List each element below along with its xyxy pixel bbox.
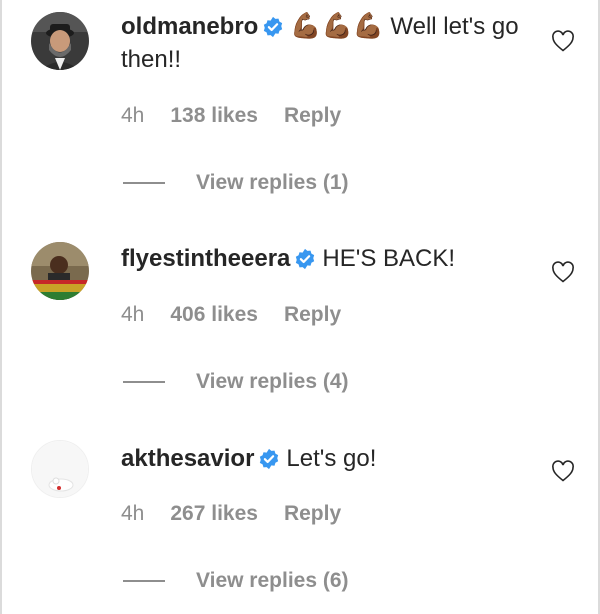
replies-divider [123,182,165,185]
view-replies-button[interactable]: View replies (4) [123,370,349,394]
comment-meta: 4h 267 likes Reply [121,502,341,526]
comment-meta: 4h 406 likes Reply [121,303,341,327]
heart-outline-icon[interactable] [551,261,575,283]
view-replies-button[interactable]: View replies (6) [123,569,349,593]
like-count-button[interactable]: 138 likes [170,104,258,128]
view-replies-label: View replies (4) [196,370,349,393]
verified-badge-icon [264,16,283,38]
reply-button[interactable]: Reply [284,303,341,327]
comment-time: 4h [121,104,145,127]
reply-button[interactable]: Reply [284,502,341,526]
comment-body: Let's go! [286,445,377,472]
comment-text: flyestintheeera HE'S BACK! [121,242,536,275]
username-link[interactable]: akthesavior [121,445,254,472]
view-replies-label: View replies (1) [196,171,349,194]
comment-time: 4h [121,303,145,326]
username-link[interactable]: oldmanebro [121,13,258,40]
verified-badge-icon [260,448,279,470]
like-count-button[interactable]: 267 likes [170,502,258,526]
comment-text: oldmanebro 💪🏾💪🏾💪🏾 Well let's go then!! [121,10,536,76]
username-link[interactable]: flyestintheeera [121,245,290,272]
user-avatar[interactable] [31,440,89,498]
verified-badge-icon [296,248,315,270]
replies-divider [123,381,165,384]
heart-outline-icon[interactable] [551,460,575,482]
user-avatar[interactable] [31,12,89,70]
left-border [0,0,2,614]
white-figure-avatar-icon [32,441,88,497]
like-count-button[interactable]: 406 likes [170,303,258,327]
replies-divider [123,580,165,583]
comment-text: akthesavior Let's go! [121,442,536,475]
comment-body: HE'S BACK! [322,245,456,272]
user-avatar[interactable] [31,242,89,300]
flexed-biceps-emoji: 💪🏾💪🏾💪🏾 [290,12,384,40]
heart-outline-icon[interactable] [551,30,575,52]
man-on-street-avatar-icon [31,242,89,300]
view-replies-label: View replies (6) [196,569,349,592]
comment-meta: 4h 138 likes Reply [121,104,341,128]
reply-button[interactable]: Reply [284,104,341,128]
comment-time: 4h [121,502,145,525]
bearded-man-avatar-icon [31,12,89,70]
view-replies-button[interactable]: View replies (1) [123,171,349,195]
